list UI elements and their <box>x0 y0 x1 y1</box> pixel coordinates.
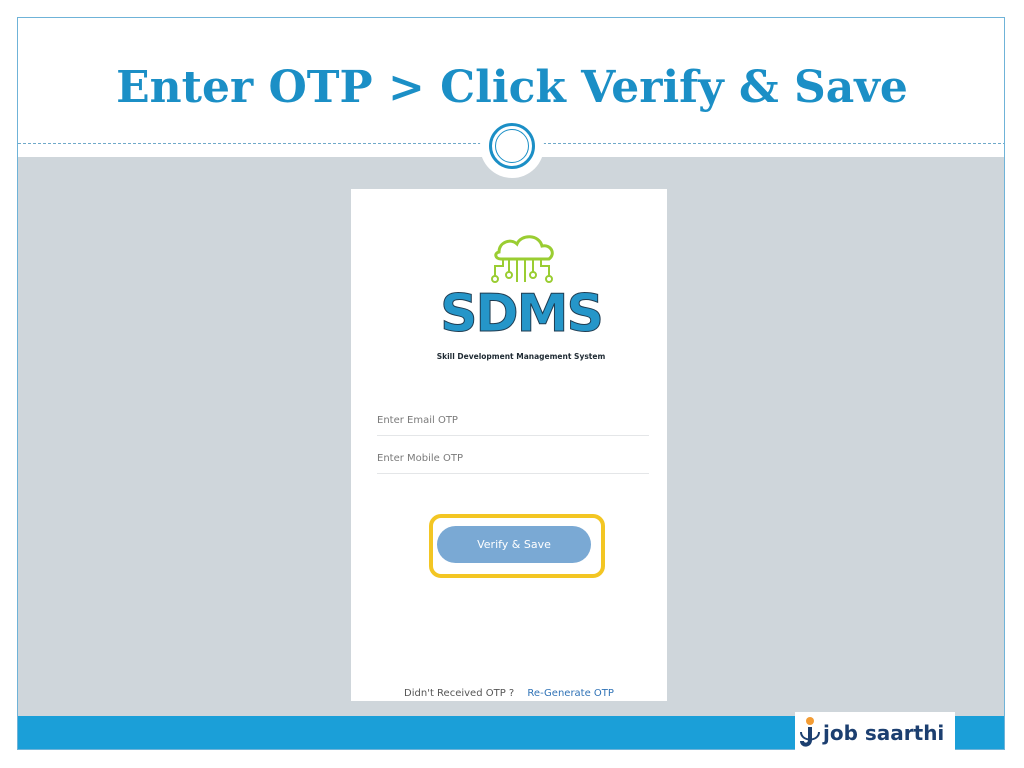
logo-subtitle: Skill Development Management System <box>436 352 606 361</box>
mobile-otp-field[interactable] <box>377 443 649 474</box>
otp-footer: Didn't Received OTP ? Re-Generate OTP <box>351 688 667 699</box>
sdms-logo: SDMS Skill Development Management System <box>421 224 621 361</box>
brand-name: job saarthi <box>823 721 945 745</box>
logo-wordmark: SDMS <box>440 284 605 345</box>
job-saarthi-logo: job saarthi <box>795 712 955 752</box>
email-otp-input[interactable] <box>377 405 649 435</box>
mobile-otp-input[interactable] <box>377 443 649 473</box>
verify-save-button[interactable]: Verify & Save <box>437 526 591 563</box>
slide-title: Enter OTP > Click Verify & Save <box>116 62 908 113</box>
email-otp-field[interactable] <box>377 405 649 436</box>
otp-question-text: Didn't Received OTP ? <box>404 688 515 699</box>
person-icon <box>800 717 820 747</box>
regenerate-otp-link[interactable]: Re-Generate OTP <box>527 688 614 699</box>
divider-circle-icon <box>489 123 535 169</box>
login-card: SDMS Skill Development Management System… <box>351 189 667 701</box>
slide-frame: Enter OTP > Click Verify & Save SDMS Ski… <box>17 17 1005 750</box>
